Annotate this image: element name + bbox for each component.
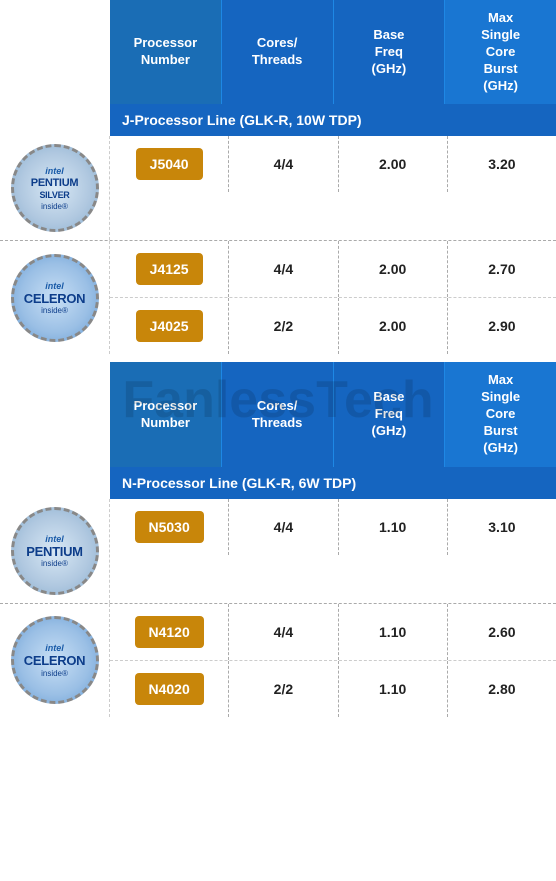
intel-label-2: intel bbox=[45, 281, 64, 291]
n-celeron-logo: intel CELERON inside® bbox=[0, 604, 110, 717]
n-header-columns: ProcessorNumber Cores/Threads BaseFreq(G… bbox=[110, 362, 556, 466]
j4125-badge: J4125 bbox=[136, 253, 203, 285]
n4020-badge: N4020 bbox=[135, 673, 204, 705]
intel-pentium-badge-n: intel PENTIUM inside® bbox=[11, 507, 99, 595]
n5030-cores: 4/4 bbox=[229, 499, 338, 555]
j-section-label-row: J-Processor Line (GLK-R, 10W TDP) bbox=[0, 104, 556, 136]
header-max-burst: MaxSingleCoreBurst(GHz) bbox=[445, 0, 556, 104]
n5030-badge: N5030 bbox=[135, 511, 204, 543]
n-inside-label-2: inside® bbox=[41, 669, 68, 678]
n4020-burst: 2.80 bbox=[448, 661, 556, 717]
j4125-proc-cell: J4125 bbox=[110, 241, 229, 297]
intel-pentium-silver-badge: intel PENTIUMSILVER inside® bbox=[11, 144, 99, 232]
pentium-label: PENTIUMSILVER bbox=[31, 177, 78, 201]
inside-label-2: inside® bbox=[41, 306, 68, 315]
n-celeron-label: CELERON bbox=[24, 654, 85, 668]
j4125-base: 2.00 bbox=[339, 241, 448, 297]
n-pentium-group: intel PENTIUM inside® N5030 4/4 1.10 3.1… bbox=[0, 499, 556, 604]
n-pentium-label: PENTIUM bbox=[26, 545, 82, 559]
n-inside-label: inside® bbox=[41, 559, 68, 568]
n-celeron-group: intel CELERON inside® N4120 4/4 1.10 2.6… bbox=[0, 604, 556, 717]
n4120-base: 1.10 bbox=[339, 604, 448, 660]
header-cores-threads: Cores/Threads bbox=[222, 0, 334, 104]
n-header-processor-number: ProcessorNumber bbox=[110, 362, 222, 466]
j4025-badge: J4025 bbox=[136, 310, 203, 342]
n5030-proc-cell: N5030 bbox=[110, 499, 229, 555]
j5040-proc-cell: J5040 bbox=[110, 136, 229, 192]
j4125-cores: 4/4 bbox=[229, 241, 338, 297]
j4025-base: 2.00 bbox=[339, 298, 448, 354]
n-pentium-logo: intel PENTIUM inside® bbox=[0, 499, 110, 603]
n5030-base: 1.10 bbox=[339, 499, 448, 555]
n-pentium-rows: N5030 4/4 1.10 3.10 bbox=[110, 499, 556, 603]
n4120-proc-cell: N4120 bbox=[110, 604, 229, 660]
n-processor-table: ProcessorNumber Cores/Threads BaseFreq(G… bbox=[0, 362, 556, 716]
j5040-badge: J5040 bbox=[136, 148, 203, 180]
n4120-cores: 4/4 bbox=[229, 604, 338, 660]
n-celeron-rows: N4120 4/4 1.10 2.60 N4020 2/2 1.10 2.80 bbox=[110, 604, 556, 717]
n4120-row: N4120 4/4 1.10 2.60 bbox=[110, 604, 556, 661]
inside-label: inside® bbox=[41, 202, 68, 211]
n-section-label-row: N-Processor Line (GLK-R, 6W TDP) bbox=[0, 467, 556, 499]
j4025-cores: 2/2 bbox=[229, 298, 338, 354]
n4020-base: 1.10 bbox=[339, 661, 448, 717]
n-header-row: ProcessorNumber Cores/Threads BaseFreq(G… bbox=[0, 362, 556, 466]
intel-label: intel bbox=[45, 166, 64, 176]
n4020-proc-cell: N4020 bbox=[110, 661, 229, 717]
n4020-cores: 2/2 bbox=[229, 661, 338, 717]
logo-cell-spacer bbox=[0, 0, 110, 104]
intel-celeron-badge-n: intel CELERON inside® bbox=[11, 616, 99, 704]
j4025-row: J4025 2/2 2.00 2.90 bbox=[110, 298, 556, 354]
j5040-burst: 3.20 bbox=[448, 136, 556, 192]
j5040-row: J5040 4/4 2.00 3.20 bbox=[110, 136, 556, 192]
header-columns: ProcessorNumber Cores/Threads BaseFreq(G… bbox=[110, 0, 556, 104]
intel-celeron-badge-j: intel CELERON inside® bbox=[11, 254, 99, 342]
header-base-freq: BaseFreq(GHz) bbox=[334, 0, 446, 104]
n4020-row: N4020 2/2 1.10 2.80 bbox=[110, 661, 556, 717]
n-header-cores-threads: Cores/Threads bbox=[222, 362, 334, 466]
header-processor-number: ProcessorNumber bbox=[110, 0, 222, 104]
n-header-max-burst: MaxSingleCoreBurst(GHz) bbox=[445, 362, 556, 466]
celeron-logo-j: intel CELERON inside® bbox=[0, 241, 110, 354]
n-logo-cell-spacer bbox=[0, 362, 110, 466]
j4025-burst: 2.90 bbox=[448, 298, 556, 354]
n4120-badge: N4120 bbox=[135, 616, 204, 648]
j4025-proc-cell: J4025 bbox=[110, 298, 229, 354]
n5030-row: N5030 4/4 1.10 3.10 bbox=[110, 499, 556, 555]
n-header-base-freq: BaseFreq(GHz) bbox=[334, 362, 446, 466]
n-section-label: N-Processor Line (GLK-R, 6W TDP) bbox=[110, 467, 556, 499]
header-row: ProcessorNumber Cores/Threads BaseFreq(G… bbox=[0, 0, 556, 104]
n-intel-label: intel bbox=[45, 534, 64, 544]
n4120-burst: 2.60 bbox=[448, 604, 556, 660]
j-celeron-group: intel CELERON inside® J4125 4/4 2.00 2.7… bbox=[0, 241, 556, 354]
j-celeron-rows: J4125 4/4 2.00 2.70 J4025 2/2 2.00 2.90 bbox=[110, 241, 556, 354]
j4125-burst: 2.70 bbox=[448, 241, 556, 297]
celeron-label: CELERON bbox=[24, 292, 85, 306]
j-pentium-group: intel PENTIUMSILVER inside® J5040 4/4 2.… bbox=[0, 136, 556, 241]
j-processor-table: ProcessorNumber Cores/Threads BaseFreq(G… bbox=[0, 0, 556, 354]
j5040-cores: 4/4 bbox=[229, 136, 338, 192]
j-pentium-rows: J5040 4/4 2.00 3.20 bbox=[110, 136, 556, 240]
j4125-row: J4125 4/4 2.00 2.70 bbox=[110, 241, 556, 298]
pentium-silver-logo: intel PENTIUMSILVER inside® bbox=[0, 136, 110, 240]
j-section-label: J-Processor Line (GLK-R, 10W TDP) bbox=[110, 104, 556, 136]
n-intel-label-2: intel bbox=[45, 643, 64, 653]
n5030-burst: 3.10 bbox=[448, 499, 556, 555]
j5040-base: 2.00 bbox=[339, 136, 448, 192]
